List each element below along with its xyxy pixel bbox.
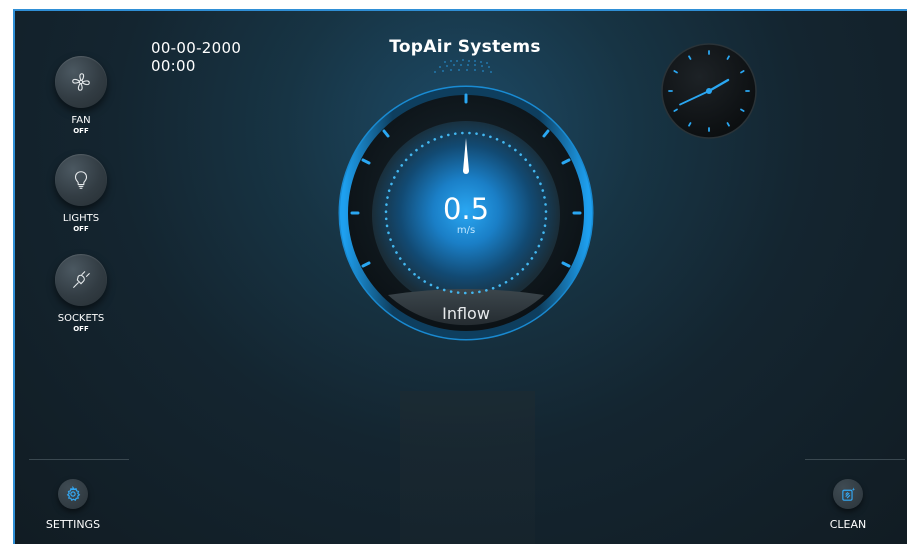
fan-icon bbox=[72, 73, 90, 91]
settings-item[interactable]: SETTINGS bbox=[28, 479, 118, 531]
gear-icon bbox=[66, 486, 81, 502]
sockets-button[interactable] bbox=[55, 254, 107, 306]
fan-state: OFF bbox=[73, 127, 89, 135]
main-panel: 00-00-2000 00:00 TopAir Systems FAN OFF … bbox=[13, 9, 907, 544]
clean-icon bbox=[841, 486, 855, 501]
clean-item[interactable]: CLEAN bbox=[803, 479, 893, 531]
plug-icon bbox=[73, 271, 90, 288]
inflow-label: Inflow bbox=[442, 304, 490, 323]
inflow-unit: m/s bbox=[456, 225, 476, 236]
fan-label: FAN bbox=[71, 115, 91, 126]
analog-clock bbox=[659, 41, 759, 141]
datetime: 00-00-2000 00:00 bbox=[151, 39, 241, 75]
brand-title: TopAir Systems bbox=[389, 37, 541, 57]
left-divider bbox=[29, 459, 129, 460]
inflow-value: 0.5 bbox=[442, 192, 490, 226]
brand-glow-dots bbox=[434, 59, 492, 73]
time-text: 00:00 bbox=[151, 57, 196, 75]
sidebar-item-sockets[interactable]: SOCKETS OFF bbox=[26, 254, 136, 334]
fan-button[interactable] bbox=[55, 56, 107, 108]
settings-button[interactable] bbox=[58, 479, 88, 509]
date-text: 00-00-2000 bbox=[151, 39, 242, 57]
inflow-gauge: 0.5 m/s Inflow bbox=[336, 83, 596, 343]
sockets-label: SOCKETS bbox=[57, 313, 105, 324]
clean-button[interactable] bbox=[833, 479, 863, 509]
sidebar-item-fan[interactable]: FAN OFF bbox=[26, 56, 136, 136]
right-divider bbox=[805, 459, 905, 460]
screen: 00-00-2000 00:00 TopAir Systems FAN OFF … bbox=[0, 0, 907, 544]
sidebar-item-lights[interactable]: LIGHTS OFF bbox=[26, 154, 136, 234]
lights-label: LIGHTS bbox=[62, 213, 100, 224]
sockets-state: OFF bbox=[73, 325, 89, 333]
lights-button[interactable] bbox=[55, 154, 107, 206]
lights-state: OFF bbox=[73, 225, 89, 233]
clean-label: CLEAN bbox=[829, 518, 867, 531]
clock-face bbox=[661, 43, 757, 139]
lightbulb-icon bbox=[74, 171, 88, 189]
settings-label: SETTINGS bbox=[45, 518, 101, 531]
lower-shade bbox=[400, 391, 535, 544]
